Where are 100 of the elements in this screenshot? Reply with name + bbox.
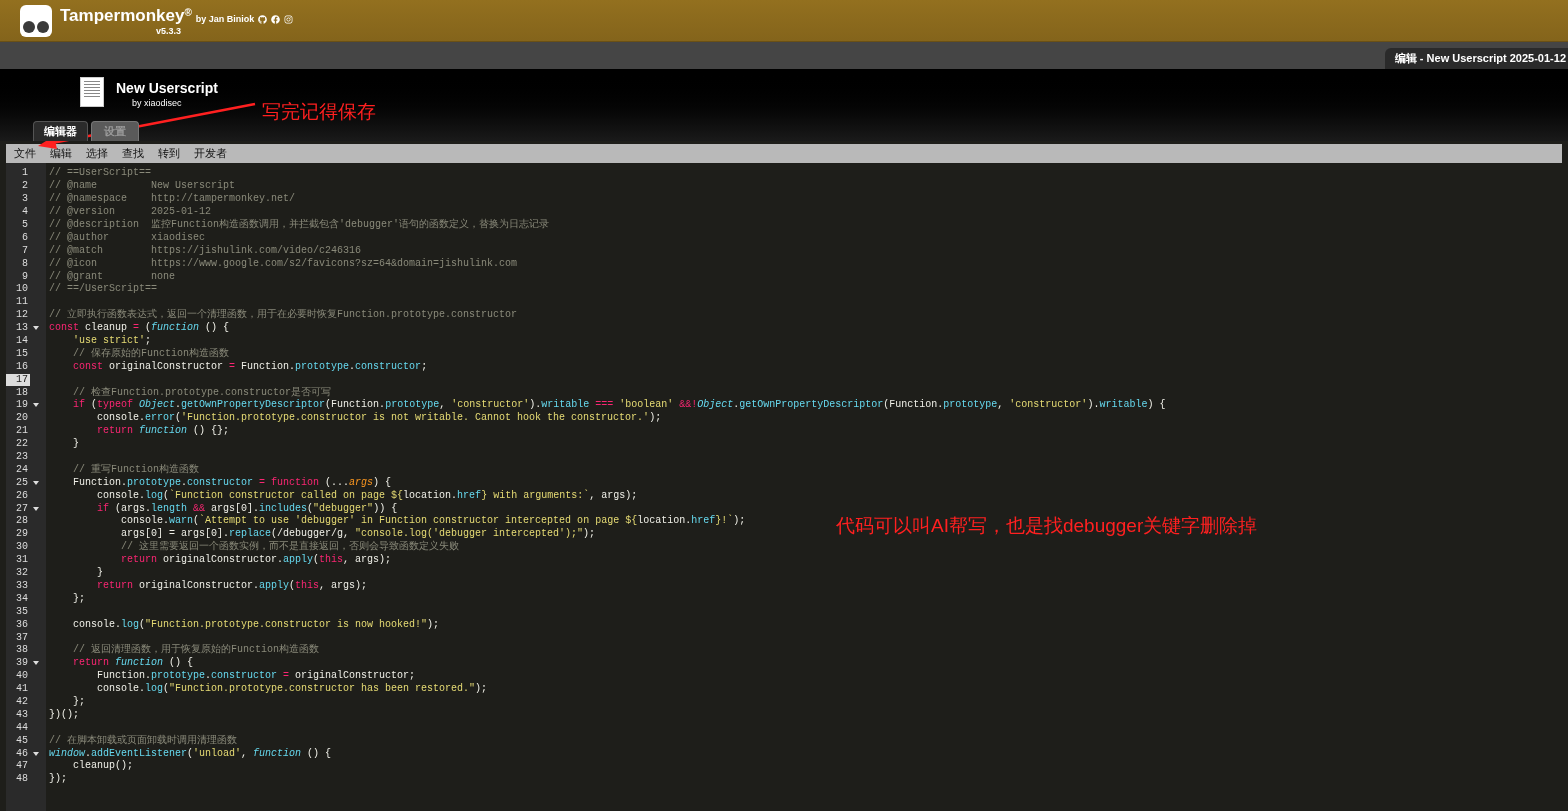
fold-caret-icon[interactable] bbox=[33, 506, 39, 511]
menu-item[interactable]: 编辑 bbox=[50, 144, 72, 163]
line-number: 39 bbox=[15, 657, 29, 670]
menu-item[interactable]: 查找 bbox=[122, 144, 144, 163]
line-number: 27 bbox=[15, 502, 29, 515]
code-line: // @description 监控Function构造函数调用，并拦截包含'debugger'语句的函数定义，替换为日志记录 bbox=[49, 219, 550, 231]
line-number: 32 bbox=[15, 567, 29, 580]
fold-caret-icon[interactable] bbox=[33, 403, 39, 408]
code-line: })(); bbox=[49, 708, 79, 721]
code-line: // 检查Function.prototype.constructor是否可写 bbox=[72, 386, 332, 399]
line-number: 34 bbox=[15, 592, 29, 605]
line-number: 28 bbox=[15, 515, 29, 528]
code-line: // @version 2025-01-12 bbox=[49, 206, 212, 219]
code-line: // 这里需要返回一个函数实例，而不是直接返回，否则会导致函数定义失败 bbox=[120, 541, 459, 554]
app-logo-icon bbox=[20, 4, 52, 37]
line-number: 18 bbox=[15, 386, 29, 399]
line-number: 24 bbox=[15, 463, 29, 476]
code-line: // 在脚本卸载或页面卸载时调用清理函数 bbox=[49, 734, 237, 747]
line-number: 2 bbox=[21, 180, 29, 193]
code-line: // 保存原始的Function构造函数 bbox=[72, 347, 229, 360]
line-number: 20 bbox=[15, 412, 29, 425]
fold-caret-icon[interactable] bbox=[33, 326, 39, 331]
line-number: 8 bbox=[21, 257, 29, 270]
code-line: // 重写Function构造函数 bbox=[72, 463, 199, 476]
line-number: 14 bbox=[15, 335, 29, 347]
code-line: return function () { bbox=[72, 657, 194, 670]
line-number: 42 bbox=[15, 695, 29, 708]
line-number: 41 bbox=[15, 683, 29, 696]
line-number: 37 bbox=[15, 631, 29, 644]
line-number: 31 bbox=[15, 554, 29, 567]
line-number: 17 bbox=[6, 373, 30, 386]
code-line: // @author xiaodisec bbox=[49, 231, 206, 244]
app-byline: by Jan Biniok bbox=[195, 12, 255, 26]
line-number: 43 bbox=[15, 708, 29, 721]
line-number: 44 bbox=[15, 721, 29, 734]
line-number: 35 bbox=[15, 605, 29, 618]
code-line: // @icon https://www.google.com/s2/favicons?sz=64&domain=jishulink.com bbox=[49, 257, 518, 270]
code-line: // @match https://jishulink.com/video/c246316 bbox=[49, 244, 362, 257]
script-title: New Userscript bbox=[116, 79, 218, 97]
line-number: 46 bbox=[15, 747, 29, 760]
fold-caret-icon[interactable] bbox=[33, 751, 39, 756]
octocat-icon[interactable] bbox=[258, 14, 268, 24]
camera-icon[interactable] bbox=[284, 14, 294, 24]
code-line: // @namespace http://tampermonkey.net/ bbox=[49, 193, 296, 206]
line-number: 19 bbox=[15, 399, 29, 412]
code-line: const originalConstructor = Function.prototype.constructor; bbox=[72, 360, 428, 373]
script-author: by xiaodisec bbox=[132, 97, 183, 110]
fold-caret-icon[interactable] bbox=[33, 480, 39, 485]
line-number: 16 bbox=[15, 360, 29, 373]
code-line: if (typeof Object.getOwnPropertyDescriptor(Function.prototype, 'constructor').writable === 'boolean' &&!Object.getOwnPropertyDescriptor(Function.prototype, 'constructor').writable) { bbox=[72, 399, 1166, 412]
line-number: 11 bbox=[15, 296, 29, 309]
tab[interactable]: 编辑器 bbox=[33, 121, 88, 141]
line-number: 25 bbox=[15, 476, 29, 489]
line-number: 40 bbox=[15, 670, 29, 683]
code-line: console.error('Function.prototype.constructor is not writable. Cannot hook the constructor.'); bbox=[96, 412, 662, 425]
code-line: // ==UserScript== bbox=[49, 167, 152, 180]
code-line: }; bbox=[72, 695, 85, 708]
menu-item[interactable]: 选择 bbox=[86, 144, 108, 163]
line-number: 6 bbox=[21, 231, 29, 244]
line-number: 5 bbox=[21, 219, 29, 231]
line-number: 12 bbox=[15, 309, 29, 322]
menu-item[interactable]: 转到 bbox=[158, 144, 180, 163]
code-line: console.log(`Function constructor called on page ${location.href} with arguments:`, args); bbox=[96, 489, 638, 502]
line-number: 26 bbox=[15, 489, 29, 502]
line-number: 9 bbox=[21, 270, 29, 283]
annotation-note: 代码可以叫AI帮写，也是找debugger关键字删除掉 bbox=[836, 514, 1258, 538]
menu-item[interactable]: 文件 bbox=[14, 144, 36, 163]
line-number: 29 bbox=[15, 528, 29, 541]
annotation-note: 写完记得保存 bbox=[262, 100, 376, 124]
line-number: 45 bbox=[15, 734, 29, 747]
menu-item[interactable]: 开发者 bbox=[194, 144, 227, 163]
code-line: cleanup(); bbox=[72, 760, 133, 773]
code-line: return originalConstructor.apply(this, args); bbox=[96, 579, 368, 592]
document-icon bbox=[80, 77, 104, 107]
line-number: 23 bbox=[15, 451, 29, 464]
line-number: 13 bbox=[15, 322, 29, 335]
open-script-tab[interactable]: 编辑 - New Userscript 2025-01-12 bbox=[1384, 48, 1568, 69]
line-number: 22 bbox=[15, 438, 29, 451]
line-number: 4 bbox=[21, 206, 29, 219]
code-line: return function () {}; bbox=[96, 425, 230, 438]
code-line: console.log("Function.prototype.constructor is now hooked!"); bbox=[72, 618, 440, 631]
code-line: // @name New Userscript bbox=[49, 180, 236, 193]
app-version: v5.3.3 bbox=[156, 25, 183, 36]
code-line: // 返回清理函数，用于恢复原始的Function构造函数 bbox=[72, 644, 319, 657]
code-line: const cleanup = (function () { bbox=[49, 322, 230, 335]
line-number: 1 bbox=[21, 167, 29, 180]
code-line: args[0] = args[0].replace(/debugger/g, "console.log('debugger intercepted');"); bbox=[120, 528, 596, 540]
code-line: } bbox=[96, 567, 103, 580]
code-line: }); bbox=[49, 773, 67, 786]
fold-caret-icon[interactable] bbox=[33, 661, 39, 666]
code-line: 'use strict'; bbox=[72, 335, 152, 347]
code-line: return originalConstructor.apply(this, args); bbox=[120, 554, 392, 567]
code-line: console.log("Function.prototype.constructor has been restored."); bbox=[96, 683, 488, 696]
code-line: console.warn(`Attempt to use 'debugger' in Function constructor intercepted on page ${location.href}!`); bbox=[120, 515, 746, 528]
line-number: 38 bbox=[15, 644, 29, 657]
code-line: // ==/UserScript== bbox=[49, 283, 158, 296]
code-line: } bbox=[72, 438, 79, 451]
code-line: // @grant none bbox=[49, 270, 176, 283]
code-line: }; bbox=[72, 592, 85, 605]
code-line: if (args.length && args[0].includes("debugger")) { bbox=[96, 502, 398, 515]
